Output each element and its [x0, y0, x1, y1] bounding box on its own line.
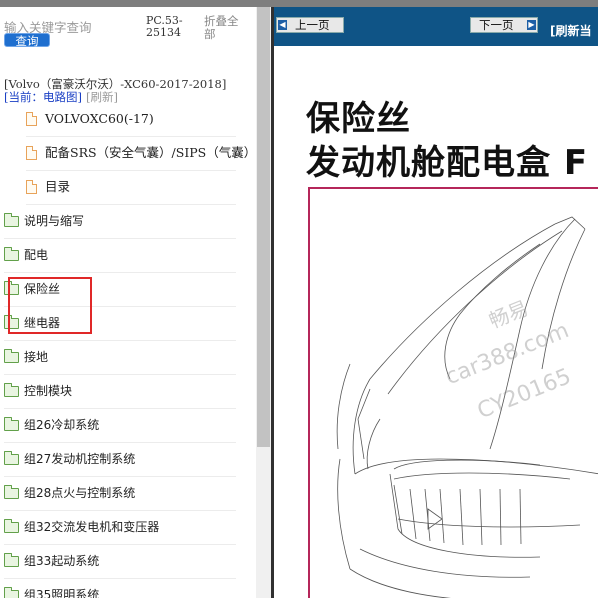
- prev-page-button[interactable]: ◀ 上一页: [276, 17, 344, 33]
- tree-item[interactable]: 接地: [4, 340, 236, 375]
- tree-item[interactable]: VOLVOXC60(-17): [26, 102, 236, 137]
- tree-item-label: VOLVOXC60(-17): [45, 111, 154, 126]
- tree-item[interactable]: 组28点火与控制系统: [4, 476, 236, 511]
- doc-title-line1: 保险丝: [306, 99, 411, 139]
- document-icon: [26, 180, 37, 194]
- tree-item[interactable]: 说明与缩写: [4, 204, 236, 239]
- tree-item[interactable]: 组27发动机控制系统: [4, 442, 236, 477]
- tree-item-label: 组35照明系统: [24, 588, 100, 598]
- left-arrow-icon: ◀: [278, 20, 287, 30]
- next-page-button[interactable]: 下一页 ▶: [470, 17, 538, 33]
- tree-item-label: 配电: [24, 248, 49, 262]
- tree-item-label: 配备SRS（安全气囊）/SIPS（气囊）: [45, 145, 256, 160]
- tree-item[interactable]: 配电: [4, 238, 236, 273]
- folder-icon: [4, 247, 19, 261]
- tree-item[interactable]: 配备SRS（安全气囊）/SIPS（气囊）: [26, 136, 256, 171]
- folder-icon: [4, 553, 19, 567]
- tree-item-label: 目录: [45, 179, 71, 194]
- tree-item[interactable]: 组33起动系统: [4, 544, 236, 579]
- right-arrow-icon: ▶: [527, 20, 536, 30]
- tree-item-label: 组26冷却系统: [24, 418, 100, 432]
- tree-item-label: 控制模块: [24, 384, 73, 398]
- document-icon: [26, 112, 37, 126]
- left-scrollbar[interactable]: [256, 7, 271, 598]
- folder-icon: [4, 485, 19, 499]
- tree-item-label: 接地: [24, 350, 49, 364]
- highlight-box: [8, 277, 92, 334]
- tree-item[interactable]: 组26冷却系统: [4, 408, 236, 443]
- tree-item-label: 说明与缩写: [24, 214, 85, 228]
- document-icon: [26, 146, 37, 160]
- window-top-strip: [0, 0, 598, 7]
- doc-code: PC.53-25134: [146, 14, 183, 39]
- doc-title-line2: 发动机舱配电盒 F: [306, 143, 589, 183]
- folder-icon: [4, 417, 19, 431]
- document-viewer: ◀ 上一页 下一页 ▶ [刷新当 保险丝 发动机舱配电盒 F 畅易 car388…: [274, 7, 598, 598]
- query-button[interactable]: 查询: [4, 33, 50, 48]
- scrollbar-thumb[interactable]: [257, 7, 270, 447]
- folder-icon: [4, 349, 19, 363]
- tree-item-label: 组32交流发电机和变压器: [24, 520, 160, 534]
- tree-item-label: 组27发动机控制系统: [24, 452, 136, 466]
- folder-icon: [4, 587, 19, 598]
- tree-item[interactable]: 目录: [26, 170, 236, 205]
- tree-item[interactable]: 组35照明系统: [4, 578, 236, 598]
- folder-icon: [4, 213, 19, 227]
- tree-item[interactable]: 控制模块: [4, 374, 236, 409]
- tree-item-label: 组33起动系统: [24, 554, 100, 568]
- folder-icon: [4, 451, 19, 465]
- refresh-current-link[interactable]: [刷新当: [550, 22, 592, 39]
- tree-item[interactable]: 组32交流发电机和变压器: [4, 510, 236, 545]
- folder-icon: [4, 383, 19, 397]
- tree-panel: 查询 PC.53-25134 折叠全部 [Volvo（富豪沃尔沃）-XC60-2…: [0, 7, 256, 598]
- page-toolbar: ◀ 上一页 下一页 ▶ [刷新当: [274, 7, 598, 46]
- tree-item-label: 组28点火与控制系统: [24, 486, 136, 500]
- collapse-all-link[interactable]: 折叠全部: [204, 15, 244, 41]
- folder-icon: [4, 519, 19, 533]
